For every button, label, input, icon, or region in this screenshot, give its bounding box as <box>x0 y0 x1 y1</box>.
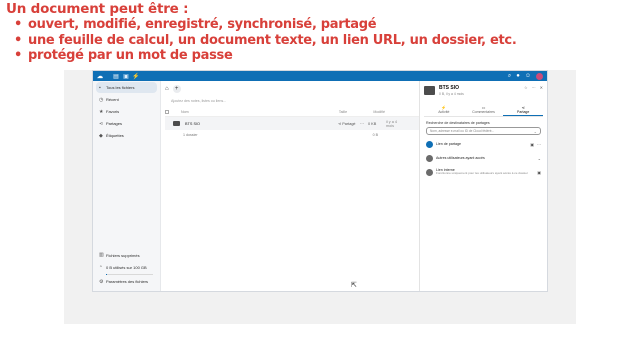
details-tabs: ⚡ Activité ▭ Commentaires ⋖ Partage <box>424 105 544 117</box>
tab-sharing[interactable]: ⋖ Partage <box>503 105 544 116</box>
details-header: BTS SIO 0 B, il y a 4 mois ☆ ⋯ ✕ <box>420 81 547 105</box>
share-search-input[interactable]: Nom, adresse e-mail ou ID de Cloud fédér… <box>426 127 541 135</box>
files-app-icon[interactable]: ▤ <box>111 73 121 80</box>
copy-icon[interactable]: ▣ <box>537 170 541 175</box>
share-status[interactable]: ⋖ Partagé <box>338 121 360 126</box>
details-sidebar: BTS SIO 0 B, il y a 4 mois ☆ ⋯ ✕ ⚡ Activ… <box>419 81 547 291</box>
bullet-item: une feuille de calcul, un document texte… <box>14 33 517 49</box>
gear-icon: ⚙ <box>99 278 104 285</box>
table-header: Nom Taille Modifié <box>165 107 419 117</box>
search-icon[interactable]: ⌕ <box>508 73 511 80</box>
bullet-item: ouvert, modifié, enregistré, synchronisé… <box>14 17 516 33</box>
quota-label: 0 B utilisés sur 100 GB <box>106 264 147 270</box>
quota-icon: ◔ <box>99 264 103 270</box>
link-icon <box>426 140 433 148</box>
share-link-label: Lien de partage <box>436 142 461 146</box>
others-access-label: Autres utilisateurs ayant accès <box>436 156 485 160</box>
share-search-label: Recherche de destinataires de partages <box>426 121 490 125</box>
deleted-files-link[interactable]: ▥ Fichiers supprimés <box>96 250 157 261</box>
folder-icon <box>173 121 180 126</box>
select-all-checkbox[interactable] <box>165 109 169 114</box>
star-icon: ★ <box>99 108 104 115</box>
trash-icon: ▥ <box>99 252 104 258</box>
users-icon <box>426 154 433 162</box>
file-size: 0 KB <box>368 121 377 126</box>
breadcrumb: ⌂ + <box>161 81 419 97</box>
tab-comments[interactable]: ▭ Commentaires <box>464 105 504 116</box>
copy-icon[interactable]: ▣ <box>530 142 534 147</box>
quota-bar <box>106 273 153 275</box>
details-title: BTS SIO <box>439 85 460 91</box>
more-icon[interactable]: ⋯ <box>532 85 536 90</box>
share-status-label: Partagé <box>342 122 356 126</box>
activity-app-icon[interactable]: ⚡ <box>131 73 141 80</box>
details-subtitle: 0 B, il y a 4 mois <box>439 92 464 96</box>
slide-title: Un document peut être : <box>6 1 189 17</box>
table-row[interactable]: BTS SIO ⋖ Partagé ⋯ 0 KB il y a 4 mois <box>165 117 419 130</box>
sidebar-item-label: Récent <box>106 97 119 102</box>
column-size[interactable]: Taille <box>331 110 355 114</box>
contacts-icon[interactable]: ☺ <box>525 73 531 79</box>
internal-link-description: Fonctionne uniquement pour les utilisate… <box>436 171 528 176</box>
sidebar-item-tags[interactable]: ◆ Étiquettes <box>96 130 157 141</box>
folder-icon <box>424 86 435 95</box>
share-link-row[interactable]: Lien de partage ▣ ⋯ <box>426 139 541 149</box>
chevron-down-icon: ⌄ <box>533 128 537 134</box>
sidebar-item-recent[interactable]: ◷ Récent <box>96 94 157 105</box>
files-list-area: ⌂ + Ajoutez des notes, listes ou liens..… <box>161 81 419 291</box>
bullet-item: protégé par un mot de passe <box>14 48 516 64</box>
sidebar: ▪ Tous les fichiers ◷ Récent ★ Favoris ⋖… <box>93 81 161 291</box>
folder-icon: ▪ <box>99 84 101 91</box>
share-icon: ⋖ <box>99 120 104 127</box>
column-modified[interactable]: Modifié <box>355 110 385 114</box>
notifications-icon[interactable]: ● <box>516 73 520 79</box>
mouse-cursor-icon: ⇱ <box>351 282 357 289</box>
quota-fill <box>106 273 107 275</box>
total-size: 0 B <box>372 133 378 137</box>
sidebar-item-label: Favoris <box>106 109 120 114</box>
folder-count: 1 dossier <box>183 133 198 137</box>
link-icon <box>426 168 433 176</box>
photos-app-icon[interactable]: ▣ <box>121 73 131 80</box>
sidebar-item-label: Étiquettes <box>106 133 124 138</box>
sidebar-item-shares[interactable]: ⋖ Partages <box>96 118 157 129</box>
internal-link-row[interactable]: Lien interne Fonctionne uniquement pour … <box>426 167 541 177</box>
avatar[interactable] <box>536 72 543 80</box>
sidebar-footer: ▥ Fichiers supprimés ◔ 0 B utilisés sur … <box>93 249 160 289</box>
more-actions-icon[interactable]: ⋯ <box>360 121 368 126</box>
sidebar-item-label: Tous les fichiers <box>106 85 135 90</box>
top-bar: ☁ ▤ ▣ ⚡ ⌕ ● ☺ <box>93 71 547 81</box>
share-search-placeholder: Nom, adresse e-mail ou ID de Cloud fédér… <box>430 129 495 133</box>
description-placeholder[interactable]: Ajoutez des notes, listes ou liens... <box>171 99 419 107</box>
deleted-files-label: Fichiers supprimés <box>106 252 140 258</box>
list-summary: 1 dossier 0 B <box>183 130 419 140</box>
quota-item[interactable]: ◔ 0 B utilisés sur 100 GB <box>96 262 157 273</box>
files-app-window: ☁ ▤ ▣ ⚡ ⌕ ● ☺ ▪ Tous les fichiers ◷ Réce… <box>92 70 548 292</box>
new-button[interactable]: + <box>172 85 181 93</box>
files-settings-label: Paramètres des fichiers <box>106 279 149 284</box>
file-modified: il y a 4 mois <box>386 119 397 128</box>
tab-label: Activité <box>438 110 450 114</box>
tab-label: Partage <box>517 110 530 114</box>
sidebar-item-all-files[interactable]: ▪ Tous les fichiers <box>96 82 157 93</box>
tab-label: Commentaires <box>472 110 495 114</box>
cloud-logo-icon[interactable]: ☁ <box>97 73 111 80</box>
others-access-row[interactable]: Autres utilisateurs ayant accès ⌄ <box>426 153 541 163</box>
clock-icon: ◷ <box>99 96 104 103</box>
chevron-down-icon[interactable]: ⌄ <box>538 156 541 161</box>
tab-activity[interactable]: ⚡ Activité <box>424 105 464 116</box>
more-icon[interactable]: ⋯ <box>537 142 541 147</box>
sidebar-item-favorites[interactable]: ★ Favoris <box>96 106 157 117</box>
file-name[interactable]: BTS SIO <box>185 122 338 126</box>
sidebar-item-label: Partages <box>106 121 123 126</box>
close-icon[interactable]: ✕ <box>540 85 543 90</box>
files-settings-link[interactable]: ⚙ Paramètres des fichiers <box>96 276 157 287</box>
star-icon[interactable]: ☆ <box>524 85 528 90</box>
bullet-list: ouvert, modifié, enregistré, synchronisé… <box>14 17 517 64</box>
tag-icon: ◆ <box>99 132 103 139</box>
home-icon[interactable]: ⌂ <box>165 86 169 92</box>
column-name[interactable]: Nom <box>181 110 331 114</box>
